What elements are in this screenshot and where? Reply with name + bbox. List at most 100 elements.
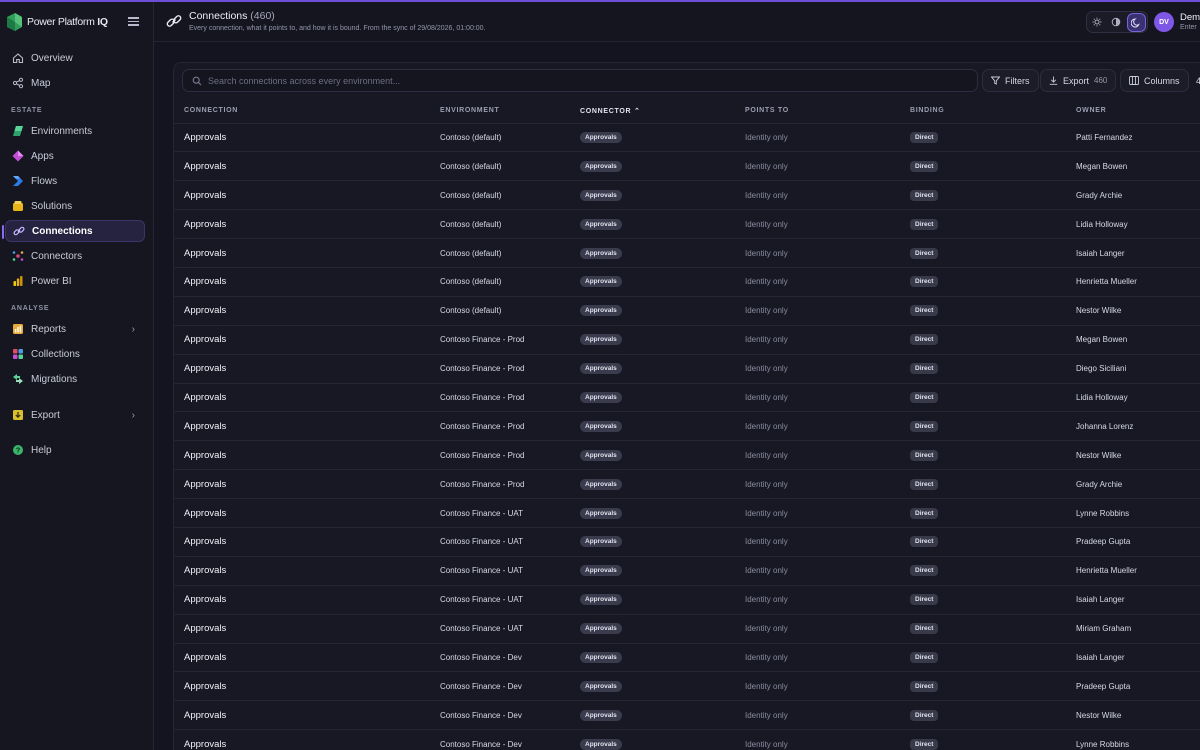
sidebar-item-connections[interactable]: Connections bbox=[2, 220, 145, 242]
points-to-cell: Identity only bbox=[735, 527, 900, 557]
table-row[interactable]: Approvals Contoso (default) Approvals Ident… bbox=[174, 123, 1200, 153]
connector-cell: Approvals bbox=[570, 151, 735, 182]
table-row[interactable]: Approvals Contoso Finance - Prod Approvals… bbox=[174, 440, 1200, 471]
column-header-owner[interactable]: OWNER bbox=[1066, 99, 1200, 124]
connection-name[interactable]: Approvals bbox=[174, 267, 430, 297]
connection-name[interactable]: Approvals bbox=[174, 643, 430, 673]
avatar[interactable]: DV bbox=[1154, 12, 1174, 32]
overflow-button[interactable]: 4 bbox=[1192, 69, 1200, 92]
connector-badge: Approvals bbox=[580, 449, 622, 461]
sidebar-item-label: Migrations bbox=[31, 373, 78, 385]
binding-cell: Direct bbox=[900, 585, 1066, 615]
table-row[interactable]: Approvals Contoso Finance - UAT Approvals I… bbox=[174, 585, 1200, 615]
table-row[interactable]: Approvals Contoso (default) Approvals Ident… bbox=[174, 180, 1200, 211]
sidebar-item-migrations[interactable]: Migrations bbox=[5, 368, 145, 390]
table-row[interactable]: Approvals Contoso Finance - UAT Approvals I… bbox=[174, 498, 1200, 528]
connection-name[interactable]: Approvals bbox=[174, 296, 430, 326]
table-row[interactable]: Approvals Contoso (default) Approvals Ident… bbox=[174, 151, 1200, 182]
connection-name[interactable]: Approvals bbox=[174, 469, 430, 500]
connection-name[interactable]: Approvals bbox=[174, 123, 430, 153]
sidebar-item-environments[interactable]: Environments bbox=[5, 120, 145, 142]
sidebar-item-overview[interactable]: Overview bbox=[5, 47, 145, 69]
column-header-binding[interactable]: BINDING bbox=[900, 99, 1066, 124]
columns-button[interactable]: Columns bbox=[1120, 69, 1189, 92]
brand[interactable]: Power Platform IQ bbox=[6, 12, 108, 32]
column-header-connector[interactable]: CONNECTOR ⌃ bbox=[570, 99, 735, 124]
connection-name[interactable]: Approvals bbox=[174, 614, 430, 644]
table-row[interactable]: Approvals Contoso Finance - Dev Approvals I… bbox=[174, 643, 1200, 673]
binding-cell: Direct bbox=[900, 527, 1066, 557]
menu-toggle-icon[interactable] bbox=[128, 17, 139, 26]
theme-toggle[interactable] bbox=[1086, 11, 1148, 33]
sidebar-item-label: Apps bbox=[31, 150, 54, 162]
sidebar-item-apps[interactable]: Apps bbox=[5, 145, 145, 167]
sun-icon[interactable] bbox=[1087, 13, 1106, 32]
connection-name[interactable]: Approvals bbox=[174, 238, 430, 268]
table-row[interactable]: Approvals Contoso Finance - Dev Approvals I… bbox=[174, 671, 1200, 702]
connector-cell: Approvals bbox=[570, 325, 735, 355]
connection-name[interactable]: Approvals bbox=[174, 527, 430, 557]
connection-name[interactable]: Approvals bbox=[174, 700, 430, 731]
points-to-cell: Identity only bbox=[735, 267, 900, 297]
sidebar-item-help[interactable]: ? Help bbox=[5, 439, 145, 461]
owner-cell: Nestor Wilke bbox=[1066, 296, 1200, 326]
sidebar-item-map[interactable]: Map bbox=[5, 72, 145, 94]
connection-name[interactable]: Approvals bbox=[174, 354, 430, 384]
points-to-cell: Identity only bbox=[735, 585, 900, 615]
connection-name[interactable]: Approvals bbox=[174, 151, 430, 182]
connector-cell: Approvals bbox=[570, 527, 735, 557]
filters-label: Filters bbox=[1005, 75, 1030, 86]
table-row[interactable]: Approvals Contoso (default) Approvals Ident… bbox=[174, 209, 1200, 240]
table-row[interactable]: Approvals Contoso Finance - Prod Approvals… bbox=[174, 411, 1200, 442]
connection-name[interactable]: Approvals bbox=[174, 180, 430, 211]
sidebar-item-solutions[interactable]: Solutions bbox=[5, 195, 145, 217]
binding-badge: Direct bbox=[910, 363, 939, 375]
filters-button[interactable]: Filters bbox=[982, 69, 1039, 92]
connection-name[interactable]: Approvals bbox=[174, 671, 430, 702]
connection-name[interactable]: Approvals bbox=[174, 556, 430, 586]
column-header-points-to[interactable]: POINTS TO bbox=[735, 99, 900, 124]
table-row[interactable]: Approvals Contoso (default) Approvals Ident… bbox=[174, 296, 1200, 326]
table-row[interactable]: Approvals Contoso Finance - UAT Approvals I… bbox=[174, 614, 1200, 644]
column-header-connection[interactable]: CONNECTION bbox=[174, 99, 430, 124]
connection-name[interactable]: Approvals bbox=[174, 729, 430, 750]
table-row[interactable]: Approvals Contoso Finance - UAT Approvals I… bbox=[174, 556, 1200, 586]
connector-badge: Approvals bbox=[580, 623, 622, 635]
contrast-icon[interactable] bbox=[1106, 13, 1125, 32]
sidebar-item-power-bi[interactable]: Power BI bbox=[5, 270, 145, 292]
search-input[interactable] bbox=[208, 75, 948, 86]
moon-icon[interactable] bbox=[1127, 12, 1146, 32]
sidebar-item-reports[interactable]: Reports › bbox=[5, 318, 145, 340]
binding-cell: Direct bbox=[900, 671, 1066, 702]
connection-name[interactable]: Approvals bbox=[174, 585, 430, 615]
table-row[interactable]: Approvals Contoso Finance - Prod Approvals… bbox=[174, 354, 1200, 384]
sidebar-item-flows[interactable]: Flows bbox=[5, 170, 145, 192]
table-row[interactable]: Approvals Contoso Finance - UAT Approvals I… bbox=[174, 527, 1200, 557]
export-button[interactable]: Export 460 bbox=[1040, 69, 1117, 92]
connection-name[interactable]: Approvals bbox=[174, 325, 430, 355]
table-row[interactable]: Approvals Contoso Finance - Dev Approvals I… bbox=[174, 700, 1200, 731]
connector-badge: Approvals bbox=[580, 391, 622, 403]
column-header-environment[interactable]: ENVIRONMENT bbox=[430, 99, 570, 124]
connection-name[interactable]: Approvals bbox=[174, 383, 430, 413]
search-box[interactable] bbox=[182, 69, 978, 92]
connection-name[interactable]: Approvals bbox=[174, 440, 430, 471]
table-row[interactable]: Approvals Contoso (default) Approvals Ident… bbox=[174, 238, 1200, 268]
table-row[interactable]: Approvals Contoso Finance - Prod Approvals… bbox=[174, 469, 1200, 500]
table-row[interactable]: Approvals Contoso Finance - Prod Approvals… bbox=[174, 325, 1200, 355]
export-icon bbox=[11, 409, 24, 422]
table-row[interactable]: Approvals Contoso Finance - Prod Approvals… bbox=[174, 383, 1200, 413]
sidebar-item-export[interactable]: Export › bbox=[5, 404, 145, 426]
svg-text:?: ? bbox=[15, 446, 20, 455]
environment-cell: Contoso Finance - UAT bbox=[430, 614, 570, 644]
table-row[interactable]: Approvals Contoso (default) Approvals Ident… bbox=[174, 267, 1200, 297]
connector-cell: Approvals bbox=[570, 296, 735, 326]
table-row[interactable]: Approvals Contoso Finance - Dev Approvals I… bbox=[174, 729, 1200, 750]
sidebar-item-collections[interactable]: Collections bbox=[5, 343, 145, 365]
sidebar-item-connectors[interactable]: Connectors bbox=[5, 245, 145, 267]
connection-name[interactable]: Approvals bbox=[174, 411, 430, 442]
binding-badge: Direct bbox=[910, 449, 939, 461]
points-to-cell: Identity only bbox=[735, 498, 900, 528]
connection-name[interactable]: Approvals bbox=[174, 209, 430, 240]
connection-name[interactable]: Approvals bbox=[174, 498, 430, 528]
